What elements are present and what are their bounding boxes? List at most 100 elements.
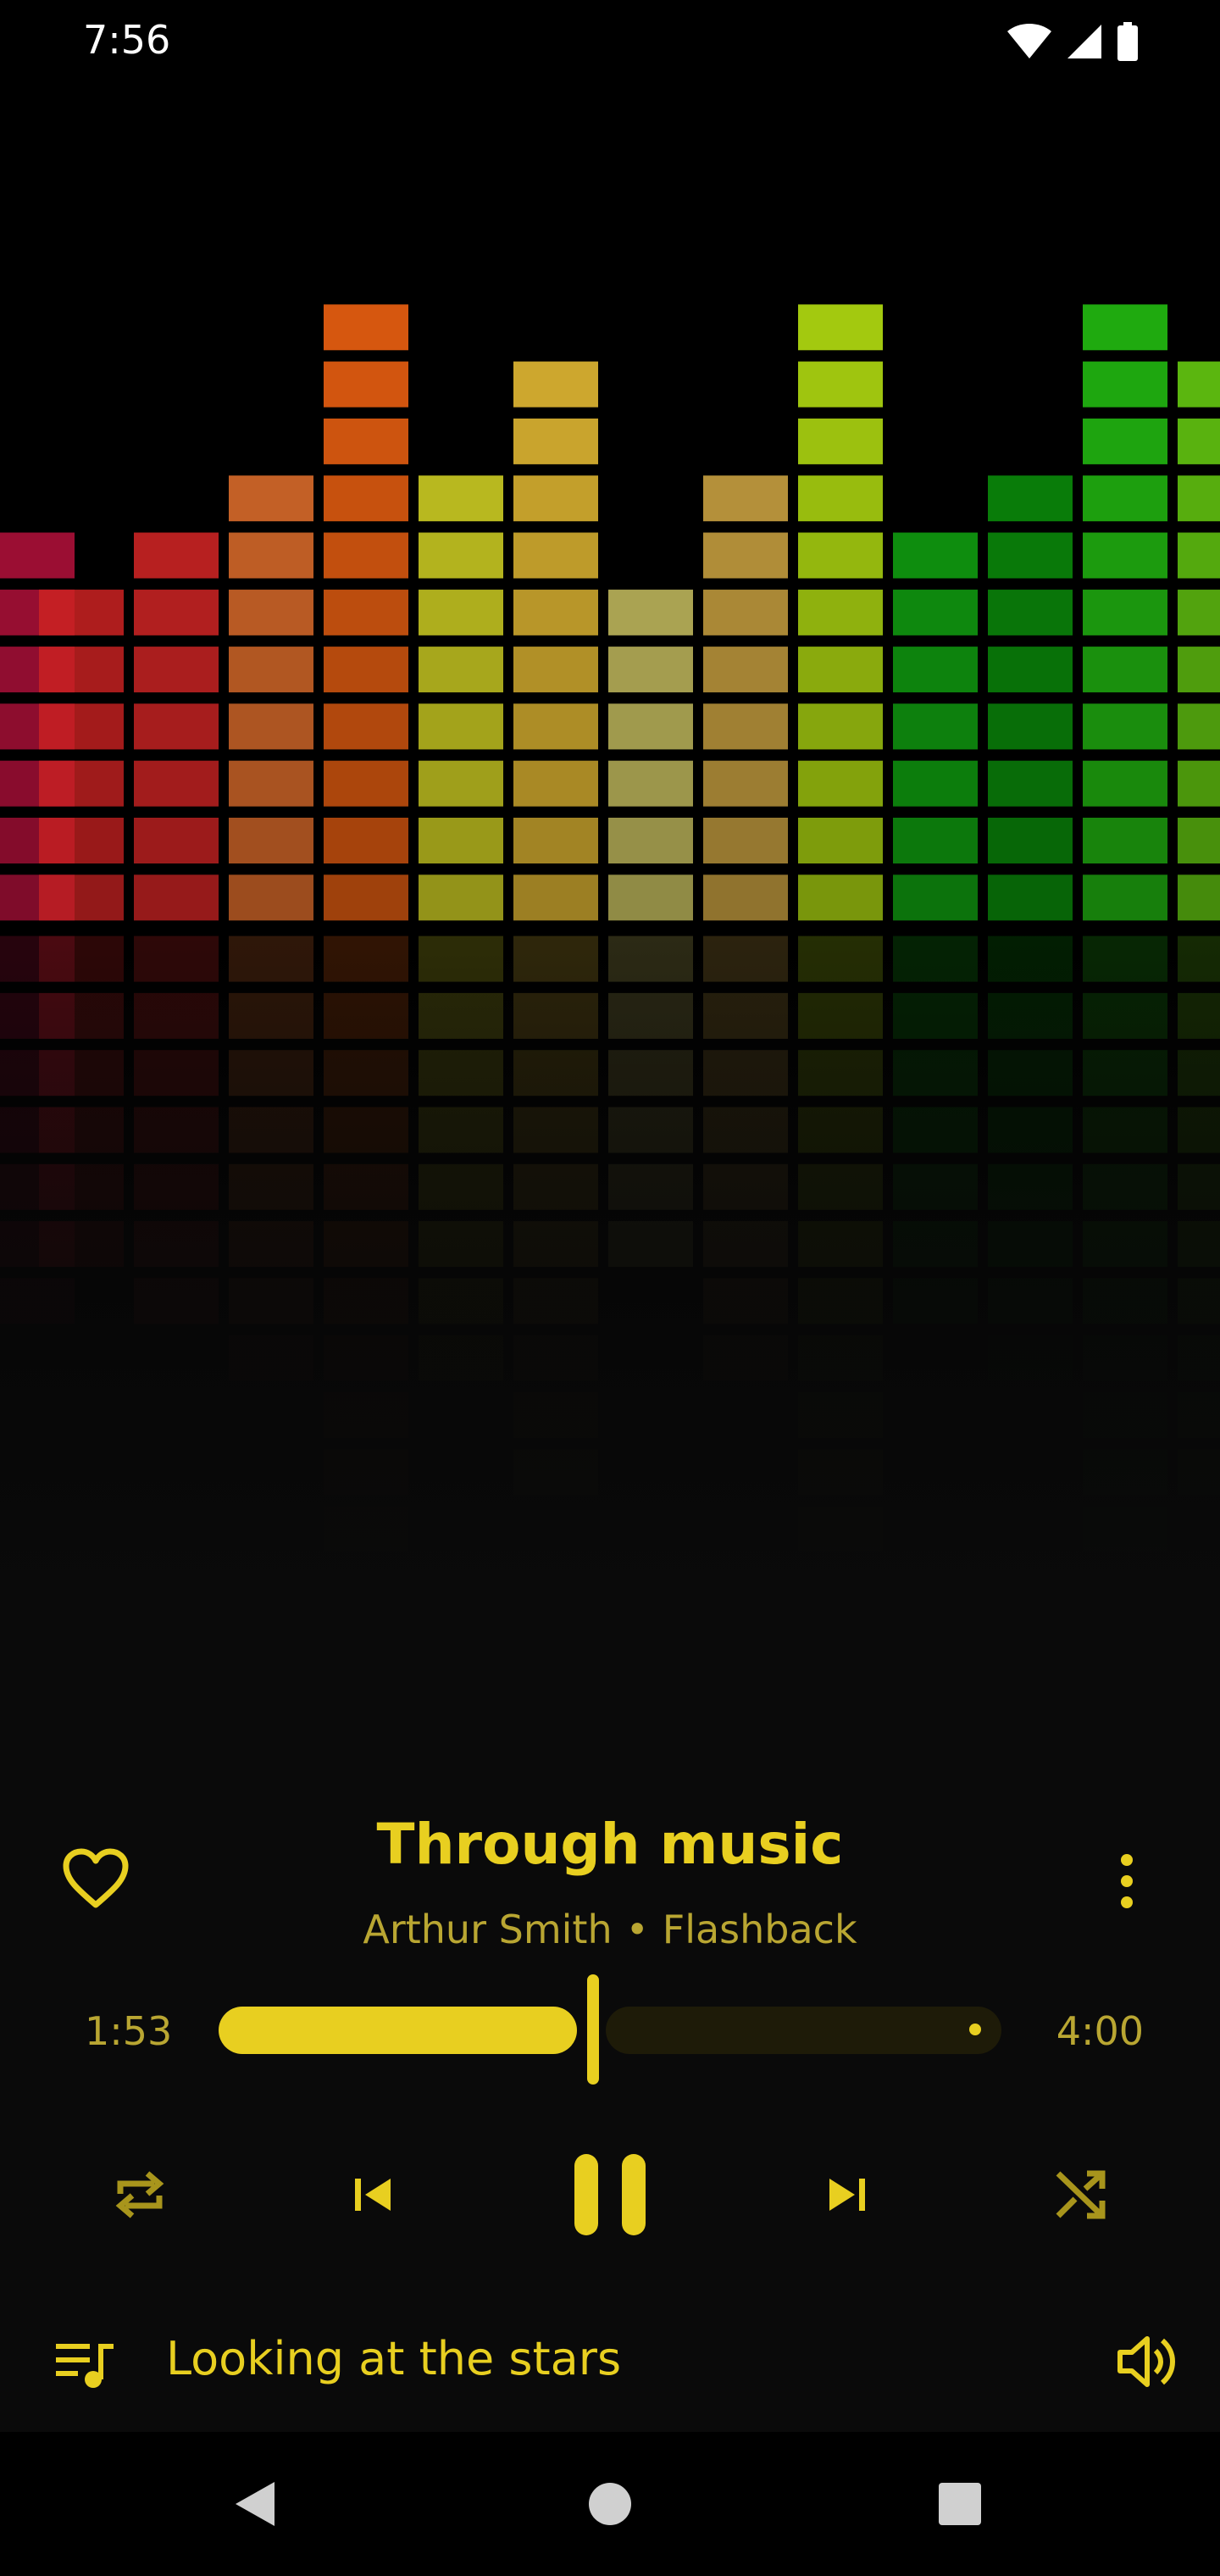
eq-bar-cell — [1178, 589, 1220, 636]
eq-bar-cell — [988, 532, 1073, 579]
eq-bar-cell — [324, 818, 408, 863]
eq-bar-cell — [988, 703, 1073, 750]
eq-bar-cell — [608, 874, 693, 921]
separator-dot: • — [625, 1907, 649, 1952]
eq-bar-cell — [419, 647, 503, 693]
eq-bar-cell — [419, 475, 503, 522]
eq-bar-cell — [1178, 874, 1220, 921]
eq-bar-cell — [1083, 874, 1167, 921]
track-subtitle: Arthur Smith • Flashback — [0, 1907, 1220, 1952]
eq-bar-cell — [1083, 760, 1167, 807]
pause-icon — [574, 2154, 646, 2235]
eq-bar-cell — [134, 874, 219, 921]
eq-bar-cell — [39, 703, 124, 750]
eq-bar-cell — [608, 818, 693, 863]
eq-bar-cell — [1178, 418, 1220, 464]
eq-bar-cell — [703, 647, 788, 693]
recents-icon[interactable] — [936, 2479, 984, 2529]
eq-bar-cell — [419, 874, 503, 921]
skip-previous-icon — [355, 2179, 391, 2211]
eq-bar-cell — [134, 818, 219, 863]
eq-bar-cell — [513, 874, 598, 921]
eq-bar-cell — [513, 760, 598, 807]
eq-bar-cell — [893, 703, 978, 750]
eq-bar-cell — [988, 874, 1073, 921]
back-icon[interactable] — [230, 2479, 278, 2529]
eq-bar-cell — [798, 647, 883, 693]
seek-bar[interactable] — [219, 1974, 1001, 2085]
eq-bar-cell — [798, 760, 883, 807]
next-track-label[interactable]: Looking at the stars — [166, 2332, 621, 2385]
eq-bar-cell — [1178, 760, 1220, 807]
eq-bar-cell — [988, 760, 1073, 807]
eq-bar-cell — [1083, 418, 1167, 464]
eq-bar-cell — [229, 760, 313, 807]
eq-bar-cell — [324, 418, 408, 464]
eq-bar-cell — [229, 475, 313, 522]
eq-bar-cell — [893, 874, 978, 921]
status-bar: 7:56 — [0, 0, 1220, 85]
eq-bar-cell — [1083, 647, 1167, 693]
eq-bar-cell — [39, 874, 124, 921]
eq-bar-cell — [703, 475, 788, 522]
eq-bar-cell — [1083, 703, 1167, 750]
eq-bar-cell — [798, 475, 883, 522]
eq-bar-cell — [513, 703, 598, 750]
eq-bar-cell — [229, 703, 313, 750]
eq-bar-cell — [134, 647, 219, 693]
eq-bar-cell — [703, 703, 788, 750]
next-button[interactable] — [818, 2152, 877, 2237]
eq-bar-cell — [324, 589, 408, 636]
eq-bar-cell — [324, 760, 408, 807]
seek-thumb[interactable] — [587, 1974, 599, 2085]
repeat-button[interactable] — [102, 2152, 178, 2237]
eq-bar-cell — [419, 703, 503, 750]
seek-fill — [219, 2007, 577, 2054]
eq-bar-cell — [893, 818, 978, 863]
eq-bar-cell — [703, 818, 788, 863]
eq-bar-cell — [419, 589, 503, 636]
eq-bar-cell — [798, 361, 883, 408]
volume-up-icon[interactable] — [1117, 2332, 1178, 2391]
eq-bar-cell — [1083, 818, 1167, 863]
eq-bar-cell — [703, 532, 788, 579]
eq-bar-cell — [134, 760, 219, 807]
eq-bar-cell — [39, 647, 124, 693]
album-name[interactable]: Flashback — [663, 1907, 857, 1952]
eq-bar-cell — [988, 589, 1073, 636]
eq-bar-cell — [0, 532, 75, 579]
queue-music-icon[interactable] — [53, 2339, 117, 2390]
eq-bar-cell — [419, 818, 503, 863]
pause-button[interactable] — [568, 2152, 652, 2237]
track-title: Through music — [376, 1812, 844, 1877]
eq-bar-cell — [513, 361, 598, 408]
eq-bar-cell — [134, 703, 219, 750]
eq-bar-cell — [1178, 703, 1220, 750]
album-art — [0, 85, 1220, 1737]
shuffle-button[interactable] — [1042, 2152, 1118, 2237]
eq-bar-cell — [798, 703, 883, 750]
eq-bar-cell — [513, 532, 598, 579]
home-icon[interactable] — [587, 2479, 633, 2529]
eq-bar-cell — [798, 418, 883, 464]
eq-bar-cell — [703, 589, 788, 636]
repeat-icon — [115, 2171, 164, 2218]
shuffle-icon — [1056, 2170, 1106, 2219]
eq-bar-cell — [324, 647, 408, 693]
more-vert-icon[interactable] — [1110, 1852, 1144, 1911]
seek-end-dot — [969, 2024, 981, 2035]
eq-bar-cell — [419, 532, 503, 579]
eq-bar-cell — [513, 818, 598, 863]
eq-bar-cell — [1083, 361, 1167, 408]
artist-name[interactable]: Arthur Smith — [363, 1907, 612, 1952]
eq-bar-cell — [39, 589, 124, 636]
wifi-icon — [1007, 24, 1051, 58]
signal-icon — [1068, 25, 1101, 58]
eq-bar-cell — [513, 647, 598, 693]
eq-bar-cell — [798, 304, 883, 351]
eq-bar-cell — [513, 589, 598, 636]
eq-bar-cell — [229, 647, 313, 693]
eq-bar-cell — [39, 818, 124, 863]
seek-track[interactable] — [606, 2007, 1001, 2054]
previous-button[interactable] — [343, 2152, 402, 2237]
